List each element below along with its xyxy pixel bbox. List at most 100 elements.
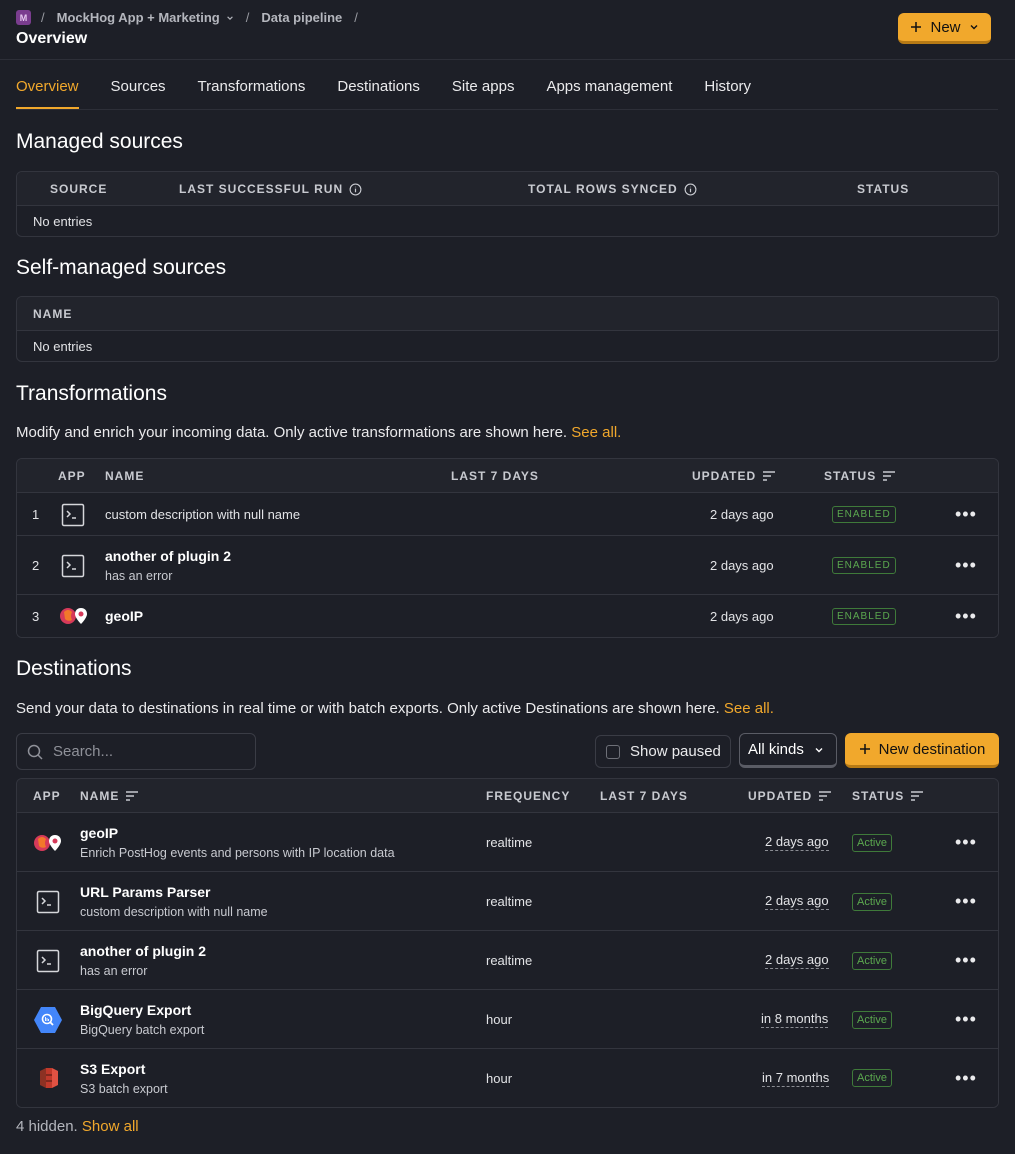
more-options-icon[interactable]: ••• bbox=[955, 504, 977, 525]
new-button[interactable]: New bbox=[898, 13, 991, 44]
row-frequency: hour bbox=[486, 1070, 513, 1086]
row-name[interactable]: S3 Export bbox=[80, 1061, 145, 1077]
transformations-title: Transformations bbox=[16, 382, 167, 405]
search-icon bbox=[27, 744, 43, 760]
top-bar: M / MockHog App + Marketing / Data pipel… bbox=[0, 0, 1015, 60]
more-options-icon[interactable]: ••• bbox=[955, 891, 977, 912]
tab-bar: Overview Sources Transformations Destina… bbox=[16, 60, 998, 110]
transformations-description: Modify and enrich your incoming data. On… bbox=[16, 424, 622, 441]
column-header: FREQUENCY bbox=[486, 789, 571, 803]
row-name[interactable]: BigQuery Export bbox=[80, 1002, 191, 1018]
table-row[interactable]: geoIP Enrich PostHog events and persons … bbox=[17, 813, 998, 872]
tab-overview[interactable]: Overview bbox=[16, 60, 79, 109]
breadcrumb-project[interactable]: MockHog App + Marketing bbox=[57, 10, 234, 25]
chevron-down-icon bbox=[226, 15, 233, 20]
row-frequency: realtime bbox=[486, 894, 533, 909]
tab-sources[interactable]: Sources bbox=[111, 60, 166, 109]
column-header-updated[interactable]: UPDATED bbox=[748, 779, 832, 813]
column-header: APP bbox=[33, 789, 61, 803]
status-badge: Active bbox=[852, 833, 892, 852]
managed-sources-title: Managed sources bbox=[16, 130, 183, 153]
column-header-status[interactable]: STATUS bbox=[852, 779, 924, 813]
table-row[interactable]: S3 Export S3 batch export hour in 7 mont… bbox=[17, 1049, 998, 1107]
more-options-icon[interactable]: ••• bbox=[955, 832, 977, 853]
plus-icon bbox=[911, 22, 922, 32]
table-row[interactable]: BigQuery Export BigQuery batch export ho… bbox=[17, 990, 998, 1049]
row-updated: in 8 months bbox=[761, 1011, 829, 1028]
info-icon[interactable] bbox=[684, 183, 697, 196]
new-destination-button[interactable]: New destination bbox=[845, 733, 999, 768]
row-description: has an error bbox=[80, 964, 148, 978]
terminal-icon bbox=[35, 948, 61, 974]
empty-state: No entries bbox=[33, 213, 93, 229]
row-name[interactable]: geoIP bbox=[80, 825, 118, 841]
geoip-icon bbox=[59, 603, 89, 629]
status-badge: Active bbox=[852, 951, 892, 970]
managed-sources-table: SOURCE LAST SUCCESSFUL RUN TOTAL ROWS SY… bbox=[16, 171, 999, 237]
more-options-icon[interactable]: ••• bbox=[955, 950, 977, 971]
table-row[interactable]: 1 custom description with null name 2 da… bbox=[17, 493, 998, 536]
status-badge: Active bbox=[852, 892, 892, 911]
project-avatar: M bbox=[16, 10, 31, 25]
column-header: STATUS bbox=[857, 182, 910, 196]
row-frequency: realtime bbox=[486, 953, 533, 968]
column-header-updated[interactable]: UPDATED bbox=[692, 459, 776, 493]
tab-transformations[interactable]: Transformations bbox=[198, 60, 306, 109]
column-header: SOURCE bbox=[50, 182, 108, 196]
row-updated: 2 days ago bbox=[765, 893, 829, 910]
row-updated: in 7 months bbox=[762, 1069, 830, 1087]
more-options-icon[interactable]: ••• bbox=[955, 1009, 977, 1030]
see-all-transformations-link[interactable]: See all. bbox=[571, 424, 621, 441]
breadcrumb: M / MockHog App + Marketing / Data pipel… bbox=[16, 10, 370, 25]
search-placeholder: Search... bbox=[53, 743, 114, 760]
row-index: 2 bbox=[32, 558, 40, 573]
show-paused-checkbox[interactable]: Show paused bbox=[595, 735, 731, 768]
table-row[interactable]: 2 another of plugin 2 has an error 2 day… bbox=[17, 536, 998, 595]
row-name[interactable]: URL Params Parser bbox=[80, 884, 210, 900]
table-row[interactable]: another of plugin 2 has an error realtim… bbox=[17, 931, 998, 990]
search-input[interactable]: Search... bbox=[16, 733, 256, 770]
tab-site-apps[interactable]: Site apps bbox=[452, 60, 515, 109]
sort-icon bbox=[883, 471, 896, 481]
status-badge: Active bbox=[852, 1069, 892, 1087]
bigquery-icon bbox=[33, 1005, 63, 1035]
row-updated: 2 days ago bbox=[710, 608, 774, 624]
tab-destinations[interactable]: Destinations bbox=[337, 60, 420, 109]
info-icon[interactable] bbox=[349, 183, 362, 196]
row-updated: 2 days ago bbox=[765, 834, 829, 851]
row-name[interactable]: another of plugin 2 bbox=[80, 943, 206, 959]
row-updated: 2 days ago bbox=[765, 952, 829, 969]
column-header-name[interactable]: NAME bbox=[80, 779, 139, 813]
more-options-icon[interactable]: ••• bbox=[955, 1068, 977, 1089]
table-row[interactable]: URL Params Parser custom description wit… bbox=[17, 872, 998, 931]
status-badge: ENABLED bbox=[832, 557, 896, 574]
plus-icon bbox=[859, 744, 870, 754]
hidden-count-note: 4 hidden. Show all bbox=[16, 1118, 139, 1135]
sort-icon bbox=[126, 791, 139, 801]
row-updated: 2 days ago bbox=[710, 558, 774, 573]
column-header: APP bbox=[58, 469, 86, 483]
row-name[interactable]: geoIP bbox=[105, 608, 143, 624]
see-all-destinations-link[interactable]: See all. bbox=[724, 700, 774, 717]
destinations-title: Destinations bbox=[16, 657, 132, 680]
chevron-down-icon bbox=[815, 747, 823, 752]
row-index: 3 bbox=[32, 608, 40, 624]
row-description: has an error bbox=[105, 569, 173, 583]
tab-apps-management[interactable]: Apps management bbox=[546, 60, 672, 109]
column-header: NAME bbox=[105, 469, 145, 483]
row-description: Enrich PostHog events and persons with I… bbox=[80, 846, 395, 860]
row-frequency: hour bbox=[486, 1012, 513, 1027]
more-options-icon[interactable]: ••• bbox=[955, 606, 977, 627]
table-row[interactable]: 3 geoIP 2 days ago ENABLED ••• bbox=[17, 595, 998, 637]
kinds-select[interactable]: All kinds bbox=[739, 733, 837, 768]
row-description: custom description with null name bbox=[105, 507, 301, 522]
tab-history[interactable]: History bbox=[704, 60, 751, 109]
more-options-icon[interactable]: ••• bbox=[955, 555, 977, 576]
column-header-status[interactable]: STATUS bbox=[824, 459, 896, 493]
show-all-link[interactable]: Show all bbox=[82, 1118, 139, 1135]
terminal-icon bbox=[60, 502, 86, 528]
row-name[interactable]: another of plugin 2 bbox=[105, 548, 231, 564]
column-header: LAST 7 DAYS bbox=[600, 789, 688, 803]
empty-state: No entries bbox=[33, 338, 93, 354]
breadcrumb-data-pipeline[interactable]: Data pipeline bbox=[261, 10, 342, 25]
